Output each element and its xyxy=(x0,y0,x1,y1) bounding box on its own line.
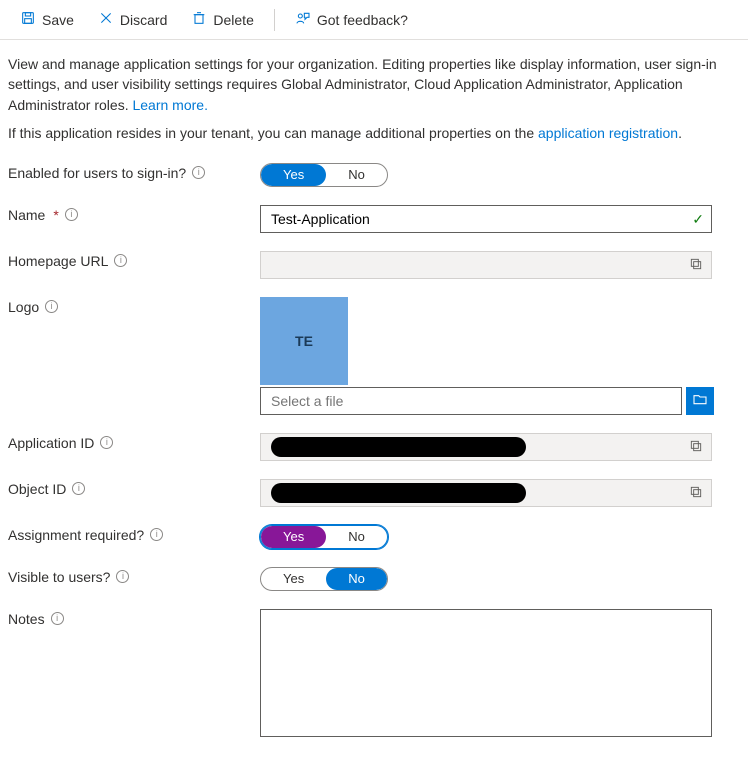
content-area: View and manage application settings for… xyxy=(0,40,748,768)
visible-toggle[interactable]: Yes No xyxy=(260,567,388,591)
notes-label: Notes xyxy=(8,611,45,627)
info-icon[interactable]: i xyxy=(51,612,64,625)
copy-icon[interactable] xyxy=(689,485,705,501)
close-icon xyxy=(98,10,114,29)
discard-label: Discard xyxy=(120,12,167,28)
logo-initials: TE xyxy=(295,333,313,349)
browse-file-button[interactable] xyxy=(686,387,714,415)
required-marker: * xyxy=(53,207,58,223)
assignment-label: Assignment required? xyxy=(8,527,144,543)
app-id-redacted xyxy=(271,437,526,457)
visible-no[interactable]: No xyxy=(326,568,387,590)
info-icon[interactable]: i xyxy=(116,570,129,583)
save-button[interactable]: Save xyxy=(10,6,84,33)
enabled-label: Enabled for users to sign-in? xyxy=(8,165,186,181)
discard-button[interactable]: Discard xyxy=(88,6,177,33)
enabled-no[interactable]: No xyxy=(326,164,387,186)
app-id-field[interactable] xyxy=(260,433,712,461)
command-bar: Save Discard Delete Got feedback? xyxy=(0,0,748,40)
assignment-yes[interactable]: Yes xyxy=(261,526,326,548)
folder-icon xyxy=(692,391,708,410)
feedback-label: Got feedback? xyxy=(317,12,408,28)
intro-main: View and manage application settings for… xyxy=(8,56,717,113)
enabled-yes[interactable]: Yes xyxy=(261,164,326,186)
enabled-toggle[interactable]: Yes No xyxy=(260,163,388,187)
info-icon[interactable]: i xyxy=(192,166,205,179)
homepage-input[interactable] xyxy=(260,251,712,279)
check-icon: ✓ xyxy=(692,211,704,228)
object-id-label: Object ID xyxy=(8,481,66,497)
visible-label: Visible to users? xyxy=(8,569,110,585)
assignment-toggle[interactable]: Yes No xyxy=(260,525,388,549)
delete-button[interactable]: Delete xyxy=(181,6,263,33)
copy-icon[interactable] xyxy=(689,257,705,273)
toolbar-separator xyxy=(274,9,275,31)
app-id-label: Application ID xyxy=(8,435,94,451)
object-id-field[interactable] xyxy=(260,479,712,507)
info-icon[interactable]: i xyxy=(65,208,78,221)
info-icon[interactable]: i xyxy=(100,436,113,449)
save-label: Save xyxy=(42,12,74,28)
name-input[interactable] xyxy=(260,205,712,233)
visible-yes[interactable]: Yes xyxy=(261,568,326,590)
logo-file-input[interactable] xyxy=(260,387,682,415)
tenant-prefix: If this application resides in your tena… xyxy=(8,125,538,141)
app-registration-link[interactable]: application registration xyxy=(538,125,678,141)
notes-textarea[interactable] xyxy=(260,609,712,737)
trash-icon xyxy=(191,10,207,29)
object-id-redacted xyxy=(271,483,526,503)
info-icon[interactable]: i xyxy=(45,300,58,313)
tenant-note: If this application resides in your tena… xyxy=(8,125,740,141)
learn-more-link[interactable]: Learn more. xyxy=(132,97,207,113)
info-icon[interactable]: i xyxy=(72,482,85,495)
copy-icon[interactable] xyxy=(689,439,705,455)
homepage-label: Homepage URL xyxy=(8,253,108,269)
name-label: Name xyxy=(8,207,45,223)
save-icon xyxy=(20,10,36,29)
delete-label: Delete xyxy=(213,12,253,28)
info-icon[interactable]: i xyxy=(150,528,163,541)
tenant-suffix: . xyxy=(678,125,682,141)
logo-preview: TE xyxy=(260,297,348,385)
assignment-no[interactable]: No xyxy=(326,526,387,548)
info-icon[interactable]: i xyxy=(114,254,127,267)
feedback-button[interactable]: Got feedback? xyxy=(285,6,418,33)
intro-text: View and manage application settings for… xyxy=(8,54,740,115)
logo-label: Logo xyxy=(8,299,39,315)
person-feedback-icon xyxy=(295,10,311,29)
